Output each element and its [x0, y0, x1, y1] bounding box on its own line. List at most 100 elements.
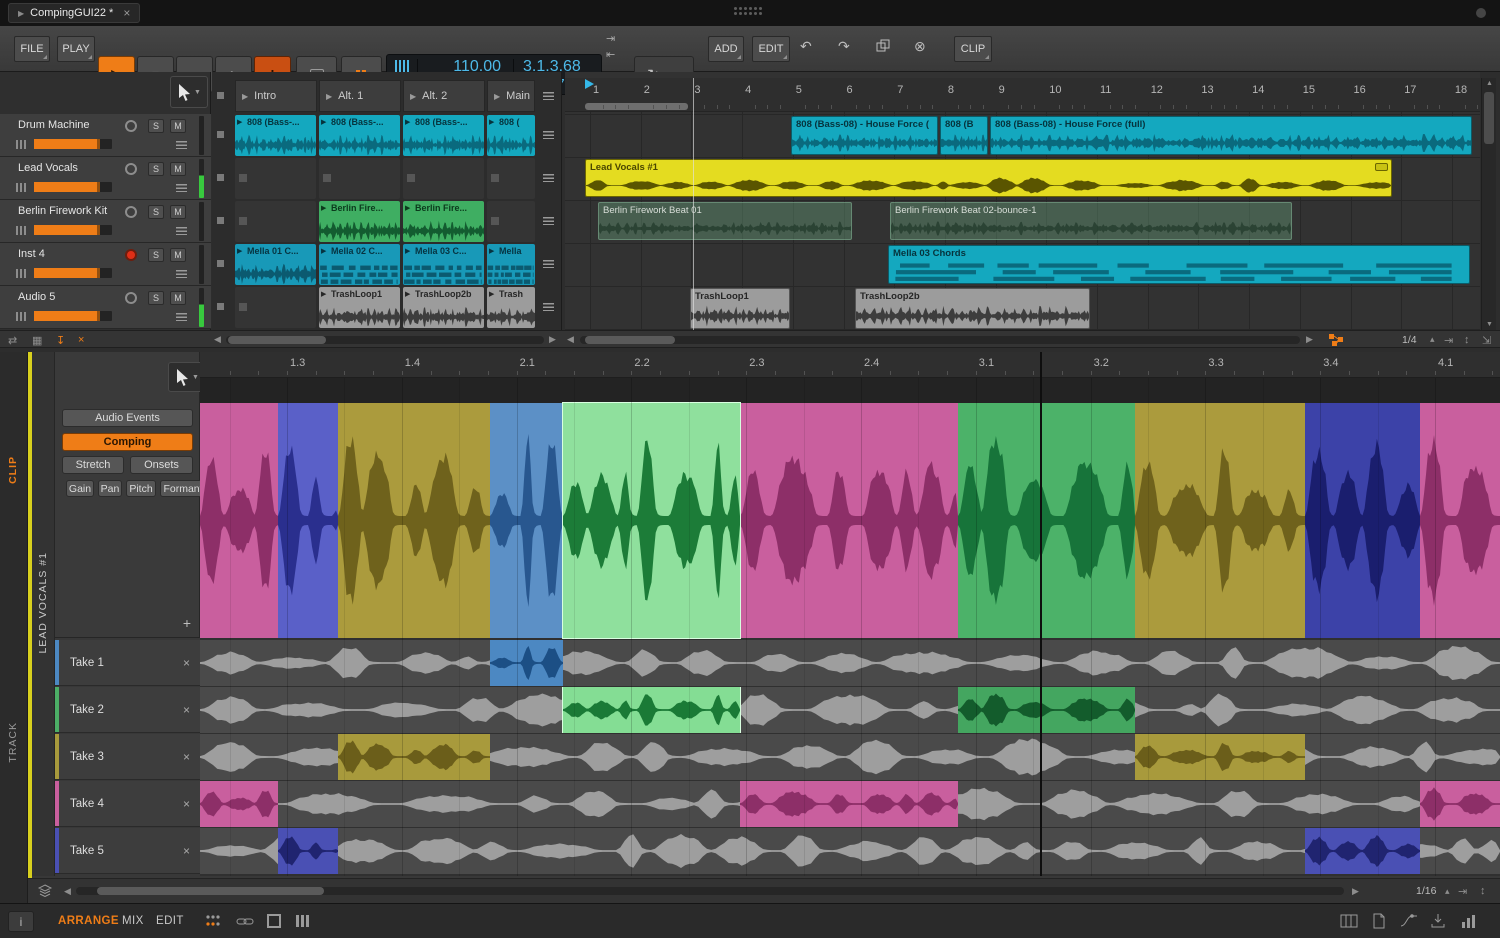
launcher-clip[interactable]: ▶808 (Bass-... — [403, 115, 484, 156]
row-menu-icon[interactable] — [543, 303, 554, 311]
clip-play-icon[interactable]: ▶ — [489, 247, 494, 255]
follow-playhead-icon[interactable]: ⇄ — [8, 334, 17, 347]
arranger-clip-808-full[interactable]: 808 (Bass-08) - House Force (full) — [990, 116, 1472, 155]
arranger-zoom-level[interactable]: 1/4 — [1402, 334, 1417, 346]
empty-clip-slot[interactable] — [235, 158, 316, 199]
info-button[interactable]: i — [8, 911, 34, 932]
editor-scroll-right-icon[interactable]: ▶ — [1352, 886, 1359, 897]
comp-segment[interactable] — [958, 403, 1135, 638]
take-highlight[interactable] — [958, 687, 1135, 733]
comp-segment[interactable] — [1135, 403, 1305, 638]
editor-scroll-left-icon[interactable]: ◀ — [64, 886, 71, 897]
arm-button[interactable] — [125, 163, 137, 175]
delete-take-icon[interactable]: × — [183, 703, 190, 717]
grid-snap-icon[interactable]: ▦ — [32, 334, 42, 347]
track-menu-icon[interactable] — [176, 141, 187, 149]
delete-take-icon[interactable]: × — [183, 797, 190, 811]
solo-button[interactable]: S — [148, 248, 164, 262]
zoom-caret-icon[interactable]: ▴ — [1445, 886, 1450, 897]
link-icon[interactable] — [236, 913, 254, 929]
take-label-row[interactable]: Take 5 × — [55, 828, 200, 874]
take-highlight[interactable] — [490, 640, 563, 686]
row-menu-icon[interactable] — [543, 217, 554, 225]
onsets-button[interactable]: Onsets — [130, 456, 193, 474]
editor-playhead[interactable] — [1040, 352, 1042, 876]
launcher-menu-icon[interactable] — [543, 92, 554, 100]
take-label-row[interactable]: Take 2 × — [55, 687, 200, 733]
track-berlin-firework-kit[interactable]: Berlin Firework Kit S M — [0, 200, 211, 243]
clip-play-icon[interactable]: ▶ — [405, 118, 410, 126]
volume-fader[interactable] — [34, 139, 112, 149]
square-panel-icon[interactable] — [266, 913, 282, 929]
edit-button[interactable]: EDIT — [752, 36, 790, 62]
meter-bars-icon[interactable] — [1460, 913, 1476, 929]
scene-header-alt1[interactable]: ▶Alt. 1 — [319, 80, 401, 112]
launcher-clip-playing[interactable]: ▶Berlin Fire... — [319, 201, 400, 242]
timeline-scroll-left-icon[interactable]: ◀ — [567, 334, 574, 345]
comp-segment[interactable] — [1420, 403, 1500, 638]
comp-segment[interactable] — [490, 403, 563, 638]
take-highlight[interactable] — [740, 781, 958, 827]
comp-segment-selected[interactable] — [563, 403, 740, 638]
take-label-row[interactable]: Take 1 × — [55, 640, 200, 686]
stretch-button[interactable]: Stretch — [62, 456, 124, 474]
track-menu-icon[interactable] — [176, 227, 187, 235]
tab-arrange[interactable]: ARRANGE — [58, 915, 119, 927]
redo-icon[interactable]: ↷ — [838, 38, 850, 55]
editor-ruler[interactable]: 1.31.42.12.22.32.43.13.23.33.44.1 — [200, 352, 1500, 378]
scene-play-icon[interactable]: ▶ — [326, 92, 332, 101]
pan-button[interactable]: Pan — [98, 480, 122, 497]
volume-fader[interactable] — [34, 182, 112, 192]
empty-clip-slot[interactable] — [487, 201, 535, 242]
take-lane-5[interactable] — [200, 828, 1500, 874]
tab-clip[interactable]: CLIP — [7, 456, 19, 484]
expand-icon[interactable]: ⇲ — [1482, 334, 1491, 347]
launcher-clip[interactable]: ▶Mella 02 C... — [319, 244, 400, 285]
take-lane-4[interactable] — [200, 781, 1500, 827]
clip-play-icon[interactable]: ▶ — [405, 247, 410, 255]
launcher-clip[interactable]: ▶808 (Bass-... — [319, 115, 400, 156]
scene-header-alt2[interactable]: ▶Alt. 2 — [403, 80, 485, 112]
empty-clip-slot[interactable] — [319, 158, 400, 199]
tab-edit[interactable]: EDIT — [156, 915, 184, 927]
launcher-clip[interactable]: ▶Mella 01 C... — [235, 244, 316, 285]
editor-hscroll-thumb[interactable] — [97, 887, 324, 895]
arm-button-armed[interactable] — [125, 249, 137, 261]
mute-button[interactable]: M — [170, 119, 186, 133]
arranger-playhead[interactable] — [693, 78, 694, 330]
scene-play-icon[interactable]: ▶ — [242, 92, 248, 101]
zoom-to-fit-icon[interactable]: ⇥ — [1458, 885, 1467, 898]
take-lane-2[interactable] — [200, 687, 1500, 733]
volume-fader[interactable] — [34, 311, 112, 321]
mute-button[interactable]: M — [170, 162, 186, 176]
arm-button[interactable] — [125, 120, 137, 132]
audio-events-button[interactable]: Audio Events — [62, 409, 193, 427]
row-menu-icon[interactable] — [543, 131, 554, 139]
file-button[interactable]: FILE — [14, 36, 50, 62]
track-lead-vocals[interactable]: Lead Vocals S M — [0, 157, 211, 200]
arranger-clip-808-b[interactable]: 808 (B — [940, 116, 988, 155]
piano-icon[interactable] — [1340, 913, 1358, 929]
arm-button[interactable] — [125, 206, 137, 218]
timeline-hscroll-thumb[interactable] — [585, 336, 675, 344]
take-highlight[interactable] — [1305, 828, 1420, 874]
scene-header-main[interactable]: ▶Main — [487, 80, 535, 112]
zoom-to-fit-icon[interactable]: ⇥ — [1444, 334, 1453, 347]
mute-button[interactable]: M — [170, 248, 186, 262]
columns-icon[interactable] — [294, 913, 310, 929]
empty-clip-slot[interactable] — [403, 158, 484, 199]
take-lane-3[interactable] — [200, 734, 1500, 780]
vertical-zoom-icon[interactable]: ↕ — [1464, 334, 1470, 346]
stop-all-button[interactable] — [217, 92, 224, 99]
clip-play-icon[interactable]: ▶ — [321, 247, 326, 255]
volume-fader[interactable] — [34, 225, 112, 235]
take-label-row[interactable]: Take 4 × — [55, 781, 200, 827]
document-tab[interactable]: ▶ CompingGUI22 * × — [8, 3, 140, 23]
track-stop-button[interactable] — [217, 260, 224, 267]
zoom-caret-icon[interactable]: ▴ — [1430, 334, 1435, 345]
solo-button[interactable]: S — [148, 162, 164, 176]
arranger-clip-trashloop1[interactable]: TrashLoop1 — [690, 288, 790, 329]
tab-close-icon[interactable]: × — [123, 6, 130, 20]
arranger-clip-mella[interactable]: Mella 03 Chords — [888, 245, 1470, 284]
empty-clip-slot[interactable] — [487, 158, 535, 199]
